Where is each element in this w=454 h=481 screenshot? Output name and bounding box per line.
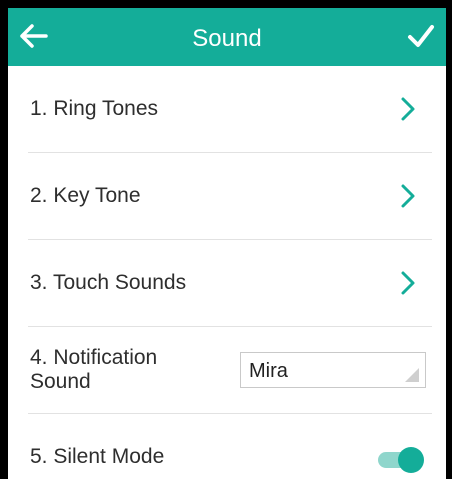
key-tone-label: 2. Key Tone xyxy=(30,184,141,207)
notification-sound-dropdown[interactable]: Mira xyxy=(240,352,426,388)
chevron-right-icon xyxy=(401,184,415,208)
ring-tones-item[interactable]: 1. Ring Tones xyxy=(28,66,432,153)
check-icon xyxy=(408,25,434,47)
notification-sound-label-line1: 4. Notification xyxy=(30,346,158,369)
key-tone-item[interactable]: 2. Key Tone xyxy=(28,153,432,240)
silent-mode-toggle[interactable] xyxy=(378,444,424,474)
dropdown-corner-icon xyxy=(405,368,419,382)
notification-sound-item: 4. Notification Sound Mira xyxy=(28,327,432,414)
touch-sounds-label: 3. Touch Sounds xyxy=(30,271,187,294)
phone-screen: Sound 1. Ring Tones 2. Key Tone 3. Touch… xyxy=(0,0,452,479)
page-title: Sound xyxy=(192,25,262,52)
toggle-knob xyxy=(398,447,424,473)
notification-sound-label-line2: Sound xyxy=(30,370,91,393)
silent-mode-label: 5. Silent Mode xyxy=(30,445,165,468)
touch-sounds-item[interactable]: 3. Touch Sounds xyxy=(28,240,432,327)
confirm-button[interactable] xyxy=(398,16,442,56)
notification-sound-value: Mira xyxy=(249,360,288,382)
settings-list: 1. Ring Tones 2. Key Tone 3. Touch Sound… xyxy=(8,66,446,479)
title-bar: Sound xyxy=(8,8,446,66)
ring-tones-label: 1. Ring Tones xyxy=(30,97,159,120)
silent-mode-item: 5. Silent Mode xyxy=(28,414,432,479)
chevron-right-icon xyxy=(401,271,415,295)
chevron-right-icon xyxy=(401,97,415,121)
notification-sound-label: 4. Notification Sound xyxy=(30,346,200,394)
